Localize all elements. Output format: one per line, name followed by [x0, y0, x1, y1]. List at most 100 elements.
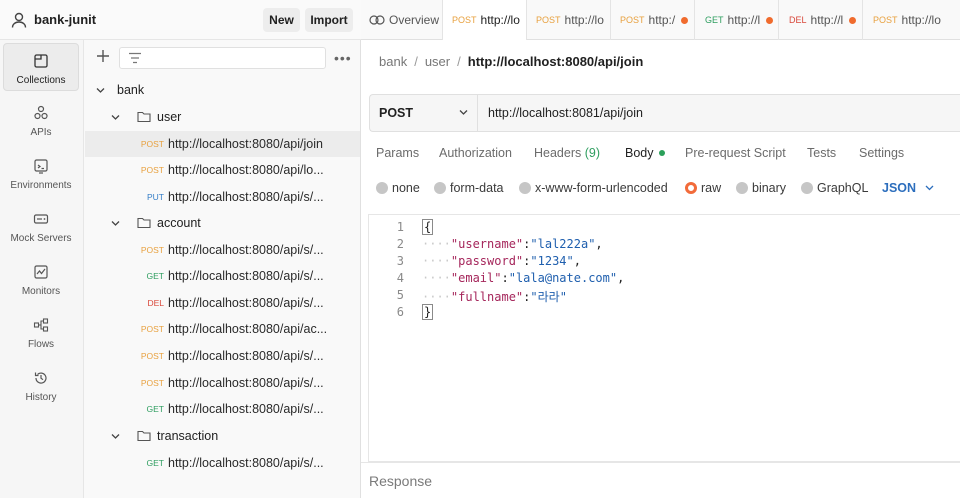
- folder-account[interactable]: account: [85, 210, 360, 236]
- tree-item-account[interactable]: POST http://localhost:8080/api/s/...: [85, 370, 360, 396]
- code-line: ····"fullname":"라라": [422, 290, 567, 304]
- folder-name: user: [157, 110, 182, 124]
- chevron-down-icon[interactable]: [925, 185, 934, 191]
- filter-icon: [129, 52, 141, 64]
- format-select[interactable]: JSON: [882, 181, 916, 195]
- json-value: "1234": [530, 254, 574, 268]
- tab-request[interactable]: POST http://lo: [863, 0, 960, 40]
- method-badge: POST: [140, 351, 164, 361]
- nav-label: Mock Servers: [10, 233, 72, 244]
- folder-name: account: [157, 216, 201, 230]
- tree-item-account[interactable]: POST http://localhost:8080/api/s/...: [85, 343, 360, 369]
- method-badge: POST: [140, 324, 164, 334]
- tree-item-transaction[interactable]: GET http://localhost:8080/api/s/...: [85, 450, 360, 476]
- nav-apis[interactable]: APIs: [3, 96, 79, 144]
- tab-body[interactable]: Body: [625, 146, 665, 160]
- tab-tests[interactable]: Tests: [807, 146, 836, 160]
- nav-mock-servers[interactable]: Mock Servers: [3, 202, 79, 250]
- radio-urlencoded[interactable]: [519, 182, 531, 194]
- environments-icon: [34, 159, 48, 174]
- url-input[interactable]: [478, 95, 960, 131]
- tree-item-user-join[interactable]: POST http://localhost:8080/api/join: [85, 131, 360, 157]
- radio-none[interactable]: [376, 182, 388, 194]
- nav-environments[interactable]: Environments: [3, 149, 79, 197]
- tree-item-user-login[interactable]: POST http://localhost:8080/api/lo...: [85, 157, 360, 183]
- breadcrumb-folder[interactable]: user: [425, 54, 450, 69]
- method-badge: POST: [873, 15, 898, 25]
- tree-item-user-put[interactable]: PUT http://localhost:8080/api/s/...: [85, 184, 360, 210]
- collections-icon: [34, 54, 48, 68]
- breadcrumb-collection[interactable]: bank: [379, 54, 407, 69]
- radio-label: form-data: [450, 181, 504, 195]
- tree-item-account[interactable]: GET http://localhost:8080/api/s/...: [85, 263, 360, 289]
- tab-url: http://l: [810, 13, 844, 27]
- tab-request[interactable]: POST http:/: [611, 0, 695, 40]
- tab-authorization[interactable]: Authorization: [439, 146, 512, 160]
- import-button[interactable]: Import: [305, 8, 353, 32]
- apis-icon: [34, 105, 48, 120]
- breadcrumb-request[interactable]: http://localhost:8080/api/join: [468, 54, 644, 69]
- tree-item-account[interactable]: POST http://localhost:8080/api/ac...: [85, 316, 360, 342]
- tab-request[interactable]: DEL http://l: [779, 0, 863, 40]
- tab-request[interactable]: POST http://lo: [443, 0, 527, 40]
- method-badge: GET: [146, 271, 164, 281]
- radio-binary[interactable]: [736, 182, 748, 194]
- line-number: 5: [396, 288, 404, 302]
- nav-collections[interactable]: Collections: [3, 43, 79, 91]
- json-value: "라라": [530, 290, 567, 304]
- request-url: http://localhost:8080/api/join: [168, 137, 323, 151]
- tab-request[interactable]: POST http://lo: [527, 0, 611, 40]
- tab-headers[interactable]: Headers (9): [534, 146, 600, 160]
- folder-transaction[interactable]: transaction: [85, 423, 360, 449]
- tab-url: http:/: [648, 13, 676, 27]
- workspace-name[interactable]: bank-junit: [34, 12, 96, 27]
- breadcrumb: bank / user / http://localhost:8080/api/join: [379, 54, 644, 69]
- method-badge: PUT: [147, 192, 164, 202]
- tab-request[interactable]: GET http://l: [695, 0, 779, 40]
- request-url: http://localhost:8080/api/s/...: [168, 296, 324, 310]
- method-badge: POST: [536, 15, 561, 25]
- request-url: http://localhost:8080/api/s/...: [168, 243, 324, 257]
- tab-url: http://lo: [564, 13, 604, 27]
- radio-label: none: [392, 181, 420, 195]
- open-brace: {: [422, 219, 434, 235]
- nav-history[interactable]: History: [3, 361, 79, 409]
- more-options-icon[interactable]: •••: [334, 50, 352, 66]
- request-url: http://localhost:8080/api/s/...: [168, 190, 324, 204]
- tab-overview[interactable]: Overview: [361, 0, 443, 40]
- folder-icon: [137, 217, 151, 229]
- method-badge: GET: [705, 15, 724, 25]
- collection-bank[interactable]: bank: [85, 77, 360, 103]
- json-key: "email": [450, 271, 502, 285]
- tab-pre-request-script[interactable]: Pre-request Script: [685, 146, 786, 160]
- body-editor[interactable]: [368, 214, 960, 462]
- unsaved-dot: [681, 16, 689, 24]
- collection-name: bank: [117, 83, 145, 97]
- tree-item-account[interactable]: DEL http://localhost:8080/api/s/...: [85, 290, 360, 316]
- folder-name: transaction: [157, 429, 219, 443]
- chevron-down-icon: [111, 114, 120, 120]
- code-line: ····"password":"1234",: [422, 254, 581, 268]
- tree-item-account[interactable]: POST http://localhost:8080/api/s/...: [85, 237, 360, 263]
- json-key: "username": [450, 237, 524, 251]
- response-panel[interactable]: [361, 462, 960, 498]
- radio-form-data[interactable]: [434, 182, 446, 194]
- nav-monitors[interactable]: Monitors: [3, 255, 79, 303]
- nav-flows[interactable]: Flows: [3, 308, 79, 356]
- radio-graphql[interactable]: [801, 182, 813, 194]
- add-collection-icon[interactable]: [96, 49, 110, 63]
- filter-input[interactable]: [119, 47, 326, 69]
- new-button[interactable]: New: [263, 8, 300, 32]
- tree-item-account[interactable]: GET http://localhost:8080/api/s/...: [85, 396, 360, 422]
- method-badge: POST: [140, 165, 164, 175]
- mock-servers-icon: [33, 214, 49, 224]
- tab-params[interactable]: Params: [376, 146, 419, 160]
- method-badge: DEL: [147, 298, 164, 308]
- nav-label: Monitors: [21, 286, 61, 297]
- tab-label: Body: [625, 146, 654, 160]
- tab-settings[interactable]: Settings: [859, 146, 904, 160]
- json-value: "lala@nate.com": [508, 271, 618, 285]
- radio-raw[interactable]: [685, 182, 697, 194]
- request-url: http://localhost:8080/api/s/...: [168, 349, 324, 363]
- folder-user[interactable]: user: [85, 104, 360, 130]
